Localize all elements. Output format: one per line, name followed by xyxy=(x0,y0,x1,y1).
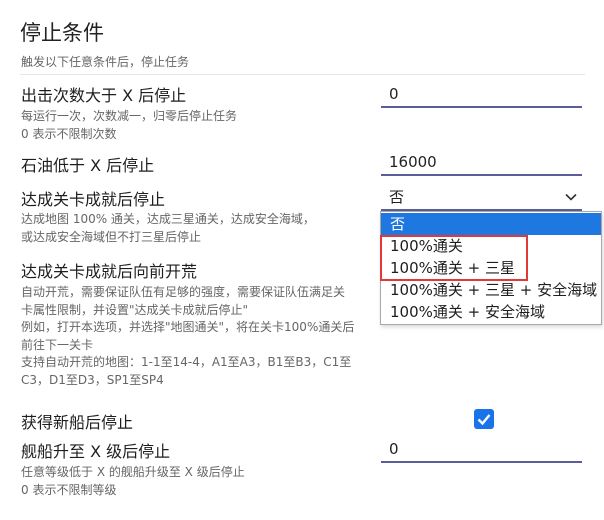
sortie-limit-input[interactable]: 0 xyxy=(381,82,582,108)
ship-level-title: 舰船升至 X 级后停止 xyxy=(21,442,171,461)
dropdown-option-clear-3star-safe[interactable]: 100%通关 + 三星 + 安全海域 xyxy=(381,279,601,301)
new-ship-checkbox[interactable] xyxy=(474,409,494,429)
stage-achievement-selected: 否 xyxy=(389,188,405,206)
auto-advance-title: 达成关卡成就后向前开荒 xyxy=(21,262,198,281)
dropdown-option-clear-safe[interactable]: 100%通关 + 安全海域 xyxy=(381,301,601,323)
ship-level-help: 任意等级低于 X 的舰船升级至 X 级后停止 0 表示不限制等级 xyxy=(21,465,245,497)
highlight-box xyxy=(380,235,528,281)
sortie-limit-title: 出击次数大于 X 后停止 xyxy=(21,86,187,105)
oil-limit-title: 石油低于 X 后停止 xyxy=(21,156,155,175)
stage-achievement-select[interactable]: 否 xyxy=(381,185,582,211)
sortie-limit-help: 每运行一次，次数减一，归零后停止任务 0 表示不限制次数 xyxy=(21,109,238,141)
dropdown-option-no[interactable]: 否 xyxy=(381,213,601,235)
checkmark-icon xyxy=(477,414,491,426)
section-title: 停止条件 xyxy=(20,21,104,45)
stage-achievement-title: 达成关卡成就后停止 xyxy=(21,190,166,209)
ship-level-input[interactable]: 0 xyxy=(381,437,582,463)
stage-achievement-help: 达成地图 100% 通关，达成三星通关，达成安全海域， 或达成安全海域但不打三星后… xyxy=(21,212,315,244)
chevron-down-icon xyxy=(565,193,577,201)
section-subtitle: 触发以下任意条件后，停止任务 xyxy=(21,55,190,69)
oil-limit-input[interactable]: 16000 xyxy=(381,150,582,176)
new-ship-title: 获得新船后停止 xyxy=(21,413,134,432)
auto-advance-help: 自动开荒，需要保证队伍有足够的强度，需要保证队伍满足关 卡属性限制，并设置"达成… xyxy=(21,285,355,387)
section-divider xyxy=(20,74,585,75)
